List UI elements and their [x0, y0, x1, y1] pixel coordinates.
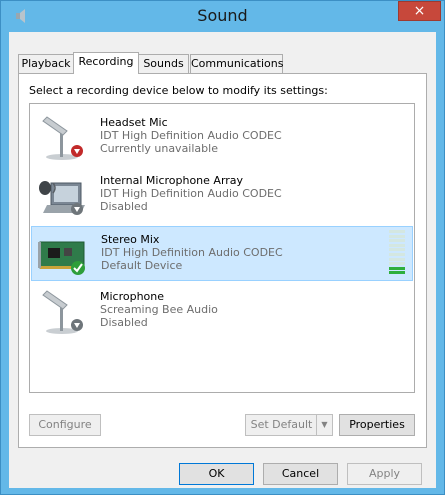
- laptop-microphone-icon: [39, 181, 85, 215]
- level-segment: [389, 257, 405, 261]
- sound-card-icon: [38, 241, 85, 275]
- device-item-stereo-mix[interactable]: Stereo Mix IDT High Definition Audio COD…: [31, 226, 413, 281]
- device-text: Microphone Screaming Bee Audio Disabled: [100, 290, 218, 329]
- device-text: Stereo Mix IDT High Definition Audio COD…: [101, 233, 283, 272]
- device-name: Headset Mic: [100, 116, 168, 129]
- properties-button[interactable]: Properties: [339, 414, 415, 436]
- device-status: Disabled: [100, 200, 148, 213]
- set-default-label: Set Default: [250, 418, 313, 431]
- microphone-icon: [42, 116, 83, 160]
- level-segment: [389, 243, 405, 247]
- sound-dialog: Sound × Playback Recording Sounds Commun…: [0, 0, 445, 495]
- cancel-button[interactable]: Cancel: [263, 463, 338, 485]
- device-status: Default Device: [101, 259, 183, 272]
- device-item-headset-mic[interactable]: Headset Mic IDT High Definition Audio CO…: [31, 110, 413, 165]
- tab-recording[interactable]: Recording: [73, 52, 139, 74]
- close-button[interactable]: ×: [398, 1, 441, 21]
- device-name: Stereo Mix: [101, 233, 160, 246]
- level-segment: [389, 253, 405, 256]
- disabled-badge-icon: [71, 319, 83, 331]
- level-segment: [389, 234, 405, 238]
- set-default-button[interactable]: Set Default ▼: [245, 414, 333, 436]
- microphone-icon: [42, 290, 83, 334]
- disabled-badge-icon: [71, 203, 83, 215]
- tab-playback[interactable]: Playback: [18, 54, 74, 73]
- device-status: Disabled: [100, 316, 148, 329]
- device-item-microphone[interactable]: Microphone Screaming Bee Audio Disabled: [31, 284, 413, 339]
- level-segment: [389, 248, 405, 252]
- level-segment: [389, 262, 405, 266]
- unplugged-badge-icon: [71, 145, 83, 157]
- ok-button[interactable]: OK: [179, 463, 254, 485]
- level-segment: [389, 230, 405, 233]
- device-driver: IDT High Definition Audio CODEC: [101, 246, 283, 259]
- device-text: Headset Mic IDT High Definition Audio CO…: [100, 116, 282, 155]
- chevron-down-icon[interactable]: ▼: [316, 415, 332, 435]
- default-check-icon: [71, 261, 85, 275]
- device-item-internal-microphone-array[interactable]: Internal Microphone Array IDT High Defin…: [31, 168, 413, 223]
- apply-button[interactable]: Apply: [347, 463, 422, 485]
- instruction-text: Select a recording device below to modif…: [29, 84, 328, 97]
- device-status: Currently unavailable: [100, 142, 218, 155]
- device-driver: Screaming Bee Audio: [100, 303, 218, 316]
- device-driver: IDT High Definition Audio CODEC: [100, 129, 282, 142]
- device-name: Microphone: [100, 290, 165, 303]
- tab-communications[interactable]: Communications: [190, 54, 283, 73]
- configure-button[interactable]: Configure: [29, 414, 101, 436]
- device-name: Internal Microphone Array: [100, 174, 244, 187]
- dialog-body: Playback Recording Sounds Communications…: [9, 32, 436, 488]
- window-title: Sound: [197, 6, 248, 25]
- level-segment: [389, 239, 405, 243]
- tab-sounds[interactable]: Sounds: [138, 54, 189, 73]
- input-level-meter: [389, 230, 405, 276]
- level-segment: [389, 271, 405, 275]
- level-segment: [389, 266, 405, 270]
- device-driver: IDT High Definition Audio CODEC: [100, 187, 282, 200]
- recording-tab-panel: Select a recording device below to modif…: [18, 73, 427, 448]
- recording-device-list[interactable]: Headset Mic IDT High Definition Audio CO…: [29, 103, 415, 393]
- title-bar[interactable]: Sound ×: [1, 1, 444, 32]
- device-text: Internal Microphone Array IDT High Defin…: [100, 174, 282, 213]
